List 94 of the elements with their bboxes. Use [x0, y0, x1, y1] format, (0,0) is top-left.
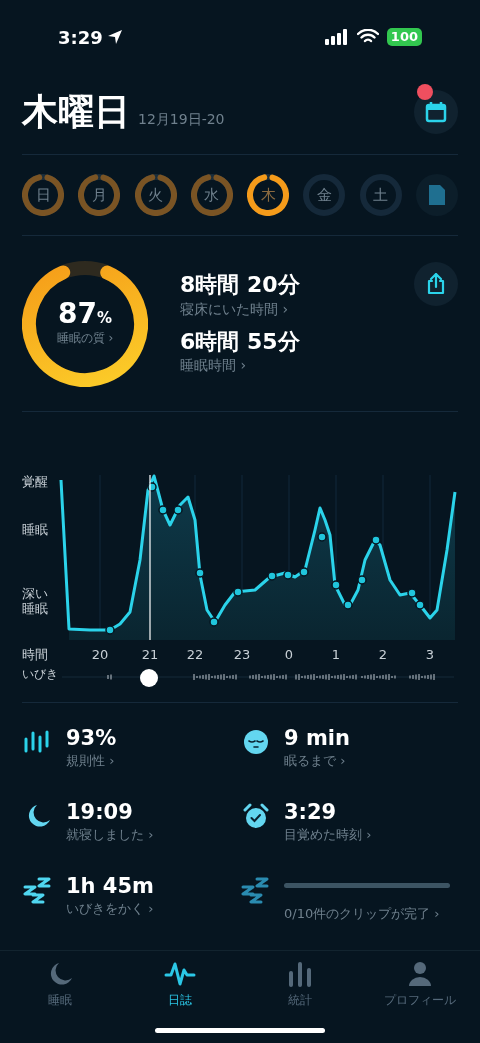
day-ring-progress	[247, 174, 290, 216]
day-ring[interactable]: 日	[22, 174, 64, 216]
stat-label: 規則性 ›	[66, 752, 116, 771]
stat-value: 9 min	[284, 725, 351, 752]
duration-label: 寝床にいた時間 ›	[180, 299, 290, 319]
snore-label: いびき	[22, 667, 58, 681]
sound-event-dot[interactable]	[173, 505, 183, 515]
sound-event-dot[interactable]	[299, 567, 309, 577]
wifi-icon	[356, 29, 379, 45]
day-label: 水	[204, 184, 220, 206]
day-label: 日	[35, 184, 51, 206]
stat-value: 3:29	[284, 798, 338, 825]
stat-label: 0/10件のクリップが完了 ›	[284, 904, 441, 923]
sound-event-dot[interactable]	[317, 532, 327, 542]
sound-event-dot[interactable]	[195, 568, 205, 578]
sound-event-dot[interactable]	[233, 587, 243, 597]
hour-label: 3	[424, 646, 436, 664]
hour-label: 22	[185, 646, 205, 664]
sound-event-dot[interactable]	[415, 600, 425, 610]
hour-label: 23	[232, 646, 252, 664]
stat-label: 就寝しました ›	[66, 826, 155, 844]
hour-label: 1	[330, 646, 342, 664]
day-ring-progress	[78, 174, 121, 216]
day-label: 木	[260, 184, 276, 206]
day-ring-progress	[303, 174, 346, 216]
stat-value: 93%	[66, 725, 118, 752]
hour-label: 20	[90, 646, 110, 664]
nav-tab[interactable]: 日誌	[120, 961, 240, 1009]
signal-icon	[324, 29, 349, 45]
day-ring[interactable]: 月	[78, 174, 121, 216]
sound-event-dot[interactable]	[331, 580, 341, 590]
sleepy-face-icon	[243, 729, 269, 755]
bar-chart-icon	[287, 961, 313, 987]
sound-event-dot[interactable]	[209, 617, 219, 627]
day-ring-progress	[134, 174, 177, 216]
sound-event-dot[interactable]	[158, 505, 168, 515]
sound-event-dot[interactable]	[357, 575, 367, 585]
sound-event-dot[interactable]	[105, 625, 115, 635]
zzz-icon	[241, 876, 271, 905]
document-button[interactable]	[415, 174, 458, 216]
day-ring-progress	[190, 174, 233, 216]
quality-unit: %	[96, 308, 112, 329]
document-icon	[427, 184, 446, 206]
day-label: 金	[316, 184, 332, 206]
location-arrow-icon	[106, 29, 123, 45]
sound-event-dot[interactable]	[283, 570, 293, 580]
playhead-handle[interactable]	[140, 669, 158, 687]
calendar-icon	[425, 101, 447, 123]
day-label: 火	[148, 184, 164, 206]
stat-value: 1h 45m	[66, 872, 155, 899]
sound-event-dot[interactable]	[407, 588, 417, 598]
hour-label: 21	[140, 646, 160, 664]
nav-tab[interactable]: 統計	[240, 961, 360, 1009]
stat-value: 19:09	[66, 798, 134, 825]
date-range: 12月19日-20	[138, 110, 225, 129]
quality-value: 87	[58, 299, 97, 328]
sound-event-dot[interactable]	[343, 600, 353, 610]
duration-value: 8時間 20分	[180, 271, 301, 299]
wave-icon	[164, 961, 196, 987]
axis-label: 深い睡眠	[22, 586, 49, 616]
day-ring-progress	[22, 174, 64, 216]
share-icon	[426, 273, 446, 295]
zzz-icon	[23, 876, 53, 905]
stat-label: 眠るまで ›	[284, 752, 347, 771]
hour-label: 2	[377, 646, 389, 664]
nav-tab[interactable]: 睡眠	[0, 961, 120, 1009]
hour-label: 0	[283, 646, 295, 664]
sound-event-dot[interactable]	[267, 571, 277, 581]
calendar-button[interactable]	[414, 90, 458, 134]
day-label: 月	[91, 184, 107, 206]
share-button[interactable]	[414, 262, 458, 306]
day-label: 土	[373, 184, 389, 206]
status-time: 3:29	[58, 25, 103, 50]
axis-label: 覚醒	[22, 473, 48, 491]
quality-label: 睡眠の質 ›	[56, 330, 114, 348]
stat-label: いびきをかく ›	[66, 899, 155, 918]
sound-event-dot[interactable]	[147, 482, 157, 492]
alarm-clock-icon	[243, 802, 269, 829]
sound-event-dot[interactable]	[371, 535, 381, 545]
person-icon	[407, 961, 433, 987]
axis-label: 睡眠	[22, 521, 48, 539]
day-ring[interactable]: 水	[190, 174, 233, 216]
day-title: 木曜日	[22, 94, 130, 130]
nav-tab[interactable]: プロフィール	[360, 961, 480, 1009]
day-ring[interactable]: 金	[303, 174, 346, 216]
stat-label: 目覚めた時刻 ›	[284, 826, 373, 844]
duration-value: 6時間 55分	[180, 327, 301, 355]
battery-level: 100	[386, 28, 422, 46]
duration-label: 睡眠時間 ›	[180, 356, 248, 375]
axis-title: 時間	[22, 646, 48, 664]
day-ring[interactable]: 木	[247, 174, 290, 216]
day-ring-progress	[359, 174, 402, 216]
day-ring[interactable]: 土	[359, 174, 402, 216]
day-ring[interactable]: 火	[134, 174, 177, 216]
